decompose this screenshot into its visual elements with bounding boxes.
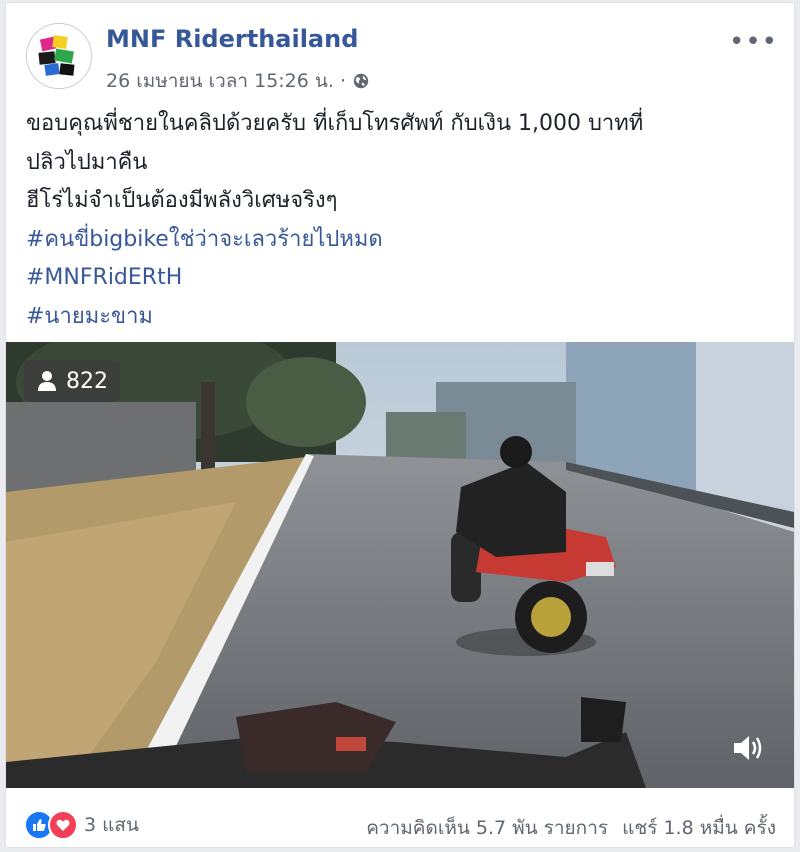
post-text-line: ขอบคุณพี่ชายในคลิปด้วยครับ ที่เก็บโทรศัพ… [26, 111, 644, 136]
view-count: 822 [66, 368, 108, 394]
globe-icon[interactable] [352, 72, 370, 90]
comment-count-link[interactable]: ความคิดเห็น 5.7 พัน รายการ [366, 813, 608, 843]
engagement-stats: ความคิดเห็น 5.7 พัน รายการ แชร์ 1.8 หมื่… [366, 813, 776, 843]
more-options-button[interactable]: ••• [729, 27, 778, 57]
page-name-link[interactable]: MNF Riderthailand [106, 25, 358, 53]
post-footer: 3 แสน ความคิดเห็น 5.7 พัน รายการ แชร์ 1.… [6, 788, 794, 848]
video-frame [6, 342, 794, 788]
person-icon [38, 371, 56, 391]
post-text: ขอบคุณพี่ชายในคลิปด้วยครับ ที่เก็บโทรศัพ… [26, 105, 776, 336]
post-meta: 26 เมษายน เวลา 15:26 น. · [106, 66, 370, 96]
reactions-summary[interactable]: 3 แสน [24, 810, 139, 840]
video-player[interactable]: 822 [6, 342, 794, 788]
meta-separator: · [339, 70, 346, 92]
view-count-badge: 822 [24, 360, 120, 402]
post-text-line: ฮีโร่ไม่จำเป็นต้องมีพลังวิเศษจริงๆ [26, 188, 338, 213]
page-avatar[interactable] [26, 23, 92, 89]
hashtag-link[interactable]: #MNFRidERtH [26, 259, 776, 298]
hashtag-link[interactable]: #คนขี่bigbikeใช่ว่าจะเลวร้ายไปหมด [26, 221, 776, 260]
love-icon [48, 810, 78, 840]
share-count-link[interactable]: แชร์ 1.8 หมื่น ครั้ง [622, 813, 776, 843]
hashtag-link[interactable]: #นายมะขาม [26, 298, 776, 337]
post-text-line: ปลิวไปมาคืน [26, 149, 148, 175]
post-card: MNF Riderthailand 26 เมษายน เวลา 15:26 น… [5, 2, 795, 848]
reaction-count[interactable]: 3 แสน [84, 810, 139, 840]
post-timestamp[interactable]: 26 เมษายน เวลา 15:26 น. [106, 66, 334, 96]
volume-icon[interactable] [728, 728, 768, 768]
